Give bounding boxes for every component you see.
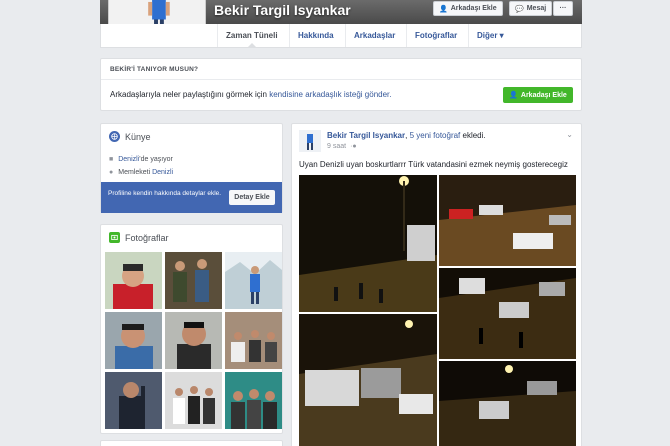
photo-thumb[interactable] — [165, 312, 222, 369]
home-icon: ■ — [109, 156, 114, 163]
post-photo[interactable] — [439, 175, 576, 266]
post-text: Uyan Denizli uyan boskurtlarrr Türk vata… — [299, 160, 568, 169]
more-button[interactable]: ··· — [553, 1, 573, 16]
message-button[interactable]: 💬 Mesaj — [509, 1, 552, 16]
tab-friends[interactable]: Arkadaşlar — [345, 24, 403, 47]
add-friend-green-label: Arkadaşı Ekle — [520, 91, 567, 99]
add-friend-green-button[interactable]: 👤 Arkadaşı Ekle — [503, 87, 573, 103]
tab-more[interactable]: Diğer ▾ — [468, 24, 512, 47]
hometown-link[interactable]: Denizli — [152, 169, 173, 176]
tab-photos[interactable]: Fotoğraflar — [406, 24, 465, 47]
post-avatar[interactable] — [299, 130, 321, 152]
intro-title: Künye — [125, 131, 151, 142]
photos-header: Fotoğraflar — [109, 232, 169, 243]
know-banner: BEKİR'İ TANIYOR MUSUN? Arkadaşlarıyla ne… — [100, 58, 582, 111]
right-margin — [582, 0, 670, 446]
globe-icon — [109, 131, 120, 142]
lives-in-suffix: 'de yaşıyor — [139, 156, 173, 163]
post-options-chevron-icon[interactable]: ⌄ — [566, 130, 573, 139]
photo-icon — [109, 232, 120, 243]
intro-prompt-bar: Profiline kendin hakkında detaylar ekle.… — [101, 182, 282, 213]
post-author-link[interactable]: Bekir Targil Isyankar — [327, 131, 405, 140]
photo-thumb[interactable] — [225, 252, 282, 309]
tab-timeline[interactable]: Zaman Tüneli — [217, 24, 286, 47]
message-label: Mesaj — [526, 5, 547, 12]
post-card: Bekir Targil Isyankar, 5 yeni fotoğraf e… — [291, 123, 582, 446]
send-request-link[interactable]: kendisine arkadaşlık isteği gönder. — [269, 90, 391, 99]
hometown-row: ● Memleketi Denizli — [109, 169, 173, 176]
tab-about[interactable]: Hakkında — [289, 24, 342, 47]
post-photo[interactable] — [439, 268, 576, 359]
post-photo[interactable] — [439, 361, 576, 446]
profile-nav: Zaman Tüneli Hakkında Arkadaşlar Fotoğra… — [100, 24, 582, 48]
photo-thumb[interactable] — [105, 372, 162, 429]
add-friend-icon: 👤 — [509, 92, 518, 99]
photo-thumb[interactable] — [105, 312, 162, 369]
next-card — [100, 440, 283, 446]
post-meta: 9 saat ·● — [327, 143, 357, 150]
lives-in-link[interactable]: Denizli — [118, 156, 139, 163]
photos-card: Fotoğraflar — [100, 224, 283, 434]
know-title: BEKİR'İ TANIYOR MUSUN? — [110, 66, 199, 73]
new-photos-link[interactable]: 5 yeni fotoğraf — [410, 131, 461, 140]
photo-thumb[interactable] — [165, 372, 222, 429]
messenger-icon: 💬 — [515, 5, 524, 13]
left-margin — [0, 0, 88, 446]
add-details-button[interactable]: Detay Ekle — [229, 190, 275, 205]
intro-card: Künye ■ Denizli'de yaşıyor ● Memleketi D… — [100, 123, 283, 213]
divider — [101, 79, 581, 80]
post-photo[interactable] — [299, 175, 437, 312]
add-friend-button[interactable]: 👤 Arkadaşı Ekle — [433, 1, 503, 16]
location-pin-icon: ● — [109, 169, 114, 176]
intro-header: Künye — [109, 131, 151, 142]
photos-title[interactable]: Fotoğraflar — [125, 233, 169, 243]
hometown-prefix: Memleketi — [118, 169, 153, 176]
more-icon: ··· — [559, 5, 567, 12]
photo-thumb[interactable] — [165, 252, 222, 309]
add-friend-icon: 👤 — [439, 5, 448, 13]
know-text-prefix: Arkadaşlarıyla neler paylaştığını görmek… — [110, 90, 270, 99]
post-time[interactable]: 9 saat — [327, 143, 346, 150]
know-text: Arkadaşlarıyla neler paylaştığını görmek… — [110, 90, 391, 99]
profile-name[interactable]: Bekir Targil Isyankar — [214, 2, 351, 18]
add-friend-label: Arkadaşı Ekle — [450, 5, 497, 12]
lives-in-row: ■ Denizli'de yaşıyor — [109, 156, 173, 163]
post-header-text: Bekir Targil Isyankar, 5 yeni fotoğraf e… — [327, 131, 486, 140]
globe-icon: ·● — [350, 143, 357, 150]
post-action-suffix: ekledi. — [460, 131, 486, 140]
photo-thumb[interactable] — [105, 252, 162, 309]
intro-prompt: Profiline kendin hakkında detaylar ekle. — [108, 190, 222, 197]
post-photo[interactable] — [299, 314, 437, 446]
photo-thumb[interactable] — [225, 312, 282, 369]
photo-thumb[interactable] — [225, 372, 282, 429]
photo-grid — [105, 252, 282, 429]
